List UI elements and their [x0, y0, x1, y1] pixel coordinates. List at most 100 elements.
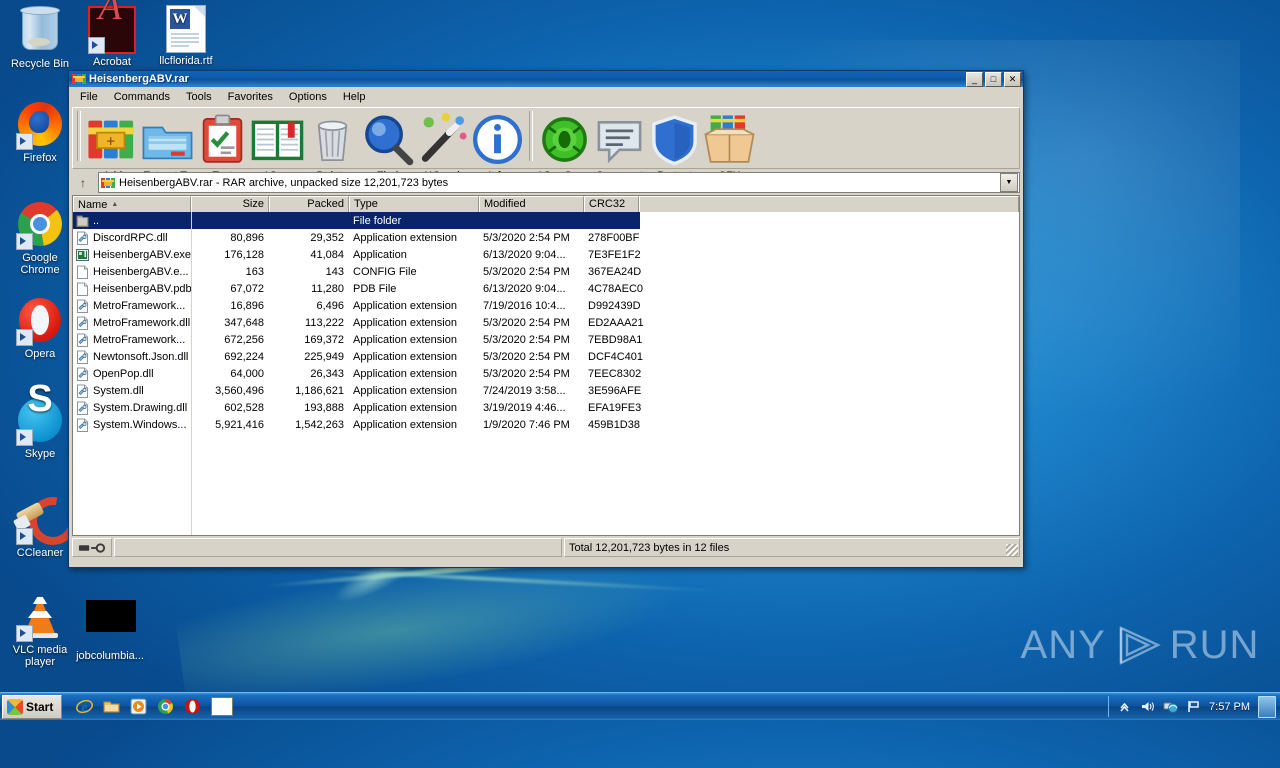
recycle-bin-icon: [16, 6, 64, 56]
windows-logo-icon: [7, 698, 23, 715]
table-row[interactable]: DiscordRPC.dll 80,896 29,352 Application ex…: [73, 229, 1019, 246]
table-row[interactable]: System.Drawing.dll 602,528 193,888 Applicat…: [73, 399, 1019, 416]
file-name-text: HeisenbergABV.pdb: [93, 282, 191, 295]
dll-icon: [76, 367, 89, 381]
table-row[interactable]: Newtonsoft.Json.dll 692,224 225,949 Applica…: [73, 348, 1019, 365]
add-archive-icon: +: [85, 120, 140, 170]
table-row[interactable]: MetroFramework.dll 347,648 113,222 Applicat…: [73, 314, 1019, 331]
dll-icon: [76, 316, 89, 330]
column-header-type[interactable]: Type: [349, 196, 479, 212]
menu-item-help[interactable]: Help: [336, 90, 373, 104]
archive-path-combobox[interactable]: HeisenbergABV.rar - RAR archive, unpacke…: [98, 172, 1020, 193]
menu-item-options[interactable]: Options: [282, 90, 334, 104]
file-list-rows[interactable]: .. File folder DiscordRPC.dll 80,896 29,352 A…: [73, 212, 1019, 535]
file-name-cell: ..: [73, 214, 191, 228]
shortcut-arrow-icon: [16, 528, 33, 545]
maximize-button[interactable]: □: [985, 71, 1002, 87]
file-modified-cell: 5/3/2020 2:54 PM: [483, 350, 570, 363]
file-name-text: System.dll: [93, 384, 144, 397]
desktop-swoosh-line-2: [300, 567, 720, 593]
table-row[interactable]: MetroFramework... 672,256 169,372 Applicati…: [73, 331, 1019, 348]
file-modified-cell: 6/13/2020 9:04...: [483, 248, 566, 261]
file-size-cell: 176,128: [224, 248, 264, 261]
column-header-size[interactable]: Size: [191, 196, 269, 212]
opera-icon[interactable]: [184, 698, 201, 715]
file-packed-cell: 1,542,263: [295, 418, 344, 431]
file-icon: [76, 282, 89, 296]
dll-icon: [76, 299, 89, 313]
internet-explorer-icon[interactable]: e: [76, 698, 94, 715]
white-window-icon[interactable]: [211, 697, 234, 716]
name-column-divider[interactable]: [191, 212, 192, 535]
column-header-modified[interactable]: Modified: [479, 196, 584, 212]
table-row[interactable]: System.Windows... 5,921,416 1,542,263 Appli…: [73, 416, 1019, 433]
winrar-window: HeisenbergABV.rar _ □ ✕ File Commands To…: [68, 70, 1024, 568]
column-header-name[interactable]: Name ▲: [73, 196, 191, 212]
chrome-icon[interactable]: [157, 698, 174, 715]
resize-grip[interactable]: [1006, 544, 1018, 556]
file-packed-cell: 26,343: [310, 367, 344, 380]
media-player-icon[interactable]: [130, 698, 147, 715]
file-modified-cell: 5/3/2020 2:54 PM: [483, 265, 570, 278]
table-row[interactable]: System.dll 3,560,496 1,186,621 Application …: [73, 382, 1019, 399]
file-crc32-cell: 4C78AEC0: [588, 282, 644, 295]
file-packed-cell: 225,949: [304, 350, 344, 363]
file-type-cell: Application extension: [353, 299, 457, 312]
desktop-icon-ccleaner[interactable]: CCleaner: [4, 487, 87, 560]
table-row[interactable]: HeisenbergABV.pdb 67,072 11,280 PDB File 6/1…: [73, 280, 1019, 297]
menu-item-tools[interactable]: Tools: [179, 90, 219, 104]
desktop-icon-skype[interactable]: Skype: [4, 394, 76, 461]
file-list[interactable]: Name ▲ Size Packed Type Modified CRC32 .…: [72, 195, 1020, 536]
file-type-cell: Application extension: [353, 401, 457, 414]
chevron-down-icon[interactable]: ▼: [1000, 173, 1018, 192]
desktop-icon-label: VLC media player: [12, 644, 68, 668]
taskbar-clock[interactable]: 7:57 PM: [1209, 701, 1250, 713]
windows-explorer-icon[interactable]: [103, 698, 120, 715]
menu-item-favorites[interactable]: Favorites: [221, 90, 280, 104]
dll-icon: [76, 231, 89, 245]
file-icon: [76, 265, 89, 279]
winrar-books-icon: [72, 72, 86, 86]
file-crc32-cell: 367EA24D: [588, 265, 642, 278]
start-button[interactable]: Start: [2, 694, 63, 719]
up-one-level-button[interactable]: ↑: [72, 172, 94, 193]
window-title: HeisenbergABV.rar: [89, 73, 189, 85]
close-button[interactable]: ✕: [1004, 71, 1021, 87]
desktop-icon-jobcolumbia[interactable]: jobcolumbia...: [74, 592, 146, 663]
file-name-text: MetroFramework...: [93, 333, 186, 346]
menu-bar: File Commands Tools Favorites Options He…: [69, 87, 1023, 106]
desktop-icon-acrobat[interactable]: Acrobat: [76, 2, 148, 69]
desktop-icon-recycle-bin[interactable]: Recycle Bin: [4, 4, 76, 71]
table-row[interactable]: HeisenbergABV.exe 176,128 41,084 Applicatio…: [73, 246, 1019, 263]
table-row[interactable]: .. File folder: [73, 212, 640, 229]
desktop-icon-firefox[interactable]: Firefox: [4, 100, 76, 165]
network-icon[interactable]: [1163, 699, 1179, 714]
action-center-flag-icon[interactable]: [1186, 699, 1201, 714]
shortcut-arrow-icon: [16, 329, 33, 346]
protect-shield-icon: [647, 115, 702, 170]
show-desktop-button[interactable]: [1258, 695, 1276, 718]
column-header-crc32[interactable]: CRC32: [584, 196, 639, 212]
table-row[interactable]: MetroFramework... 16,896 6,496 Application …: [73, 297, 1019, 314]
show-hidden-icons-chevron-icon[interactable]: [1117, 699, 1132, 714]
file-name-cell: MetroFramework.dll: [73, 316, 191, 330]
desktop-icon-opera[interactable]: Opera: [4, 296, 76, 361]
menu-item-commands[interactable]: Commands: [107, 90, 177, 104]
desktop-icon-vlc[interactable]: VLC media player: [4, 592, 76, 668]
chrome-icon: [16, 202, 64, 250]
ccleaner-icon: [13, 487, 87, 555]
volume-speaker-icon[interactable]: [1140, 699, 1155, 714]
table-row[interactable]: OpenPop.dll 64,000 26,343 Application exten…: [73, 365, 1019, 382]
shortcut-arrow-icon: [16, 233, 33, 250]
window-titlebar[interactable]: HeisenbergABV.rar _ □ ✕: [69, 71, 1023, 87]
desktop-icon-google-chrome[interactable]: Google Chrome: [4, 200, 76, 276]
menu-item-file[interactable]: File: [73, 90, 105, 104]
toolbar: + Add Extract To Test View: [72, 107, 1020, 182]
table-row[interactable]: HeisenbergABV.e... 163 143 CONFIG File 5/3/2…: [73, 263, 1019, 280]
file-packed-cell: 11,280: [311, 282, 344, 295]
desktop-icon-llcflorida-rtf[interactable]: W llcflorida.rtf: [150, 4, 222, 68]
column-header-packed[interactable]: Packed: [269, 196, 349, 212]
minimize-button[interactable]: _: [966, 71, 983, 87]
file-name-text: DiscordRPC.dll: [93, 231, 168, 244]
file-size-cell: 602,528: [224, 401, 264, 414]
